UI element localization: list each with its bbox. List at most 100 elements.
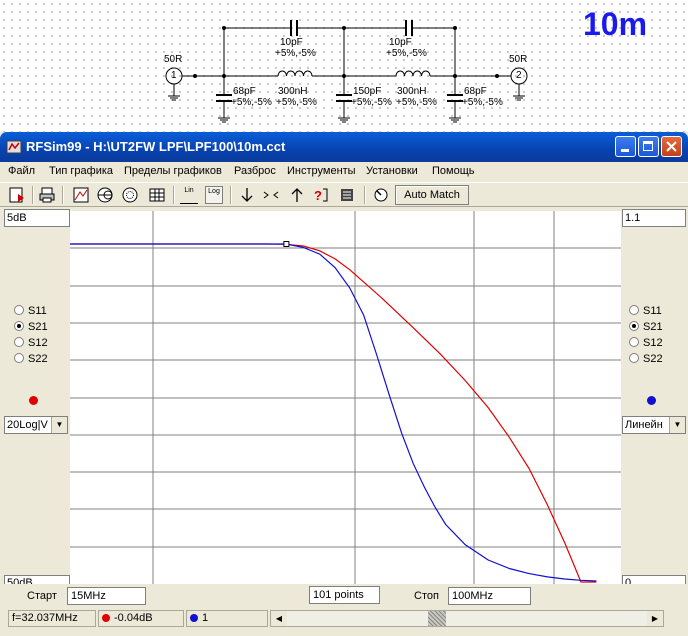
radio-button[interactable] bbox=[629, 305, 639, 315]
right-scale-bottom-input[interactable]: 0 bbox=[622, 575, 686, 584]
right-radio-s11[interactable]: S11 bbox=[629, 304, 662, 319]
chevron-down-icon[interactable]: ▼ bbox=[51, 417, 67, 433]
left-radio-s12[interactable]: S12 bbox=[14, 336, 48, 351]
radio-label: S11 bbox=[643, 305, 662, 317]
radio-button[interactable] bbox=[629, 337, 639, 347]
marker-up-icon[interactable] bbox=[288, 186, 306, 204]
close-button[interactable] bbox=[661, 136, 682, 157]
radio-button-selected[interactable] bbox=[14, 321, 24, 331]
marker-center-icon[interactable] bbox=[262, 186, 280, 204]
toolbar: Lin Log ? Auto Match bbox=[0, 182, 688, 207]
radio-button[interactable] bbox=[14, 305, 24, 315]
log-label: Log bbox=[208, 188, 220, 195]
left-radio-s21[interactable]: S21 bbox=[14, 320, 48, 335]
menu-settings[interactable]: Установки bbox=[366, 165, 418, 177]
lin-scale-icon[interactable]: Lin bbox=[180, 186, 198, 204]
cap-label-value: 10pF bbox=[280, 37, 303, 48]
series-line-red bbox=[70, 243, 597, 583]
menu-graph-limits[interactable]: Пределы графиков bbox=[124, 165, 222, 177]
frequency-readout: f=32.037MHz bbox=[8, 610, 96, 627]
radio-label: S21 bbox=[643, 321, 663, 333]
toolbar-separator bbox=[173, 186, 175, 204]
window-title: RFSim99 - H:\UT2FW LPF\LPF100\10m.cct bbox=[26, 139, 286, 154]
left-scale-bottom-input[interactable]: 50dB bbox=[4, 575, 70, 584]
left-scale-top-input[interactable]: 5dB bbox=[4, 209, 70, 227]
inductor-label-value: 300nH bbox=[397, 86, 427, 97]
cap-label-tolerance: +5%,-5% bbox=[351, 97, 392, 108]
app-icon[interactable] bbox=[6, 139, 22, 155]
scroll-thumb[interactable] bbox=[428, 611, 446, 626]
menu-graph-type[interactable]: Тип графика bbox=[49, 165, 113, 177]
radio-button[interactable] bbox=[629, 353, 639, 363]
right-format-select[interactable]: Линейн ▼ bbox=[622, 416, 686, 434]
start-label: Старт bbox=[27, 590, 57, 602]
radio-label: S22 bbox=[643, 353, 663, 365]
left-format-select[interactable]: 20Log|V ▼ bbox=[4, 416, 68, 434]
tune-icon[interactable] bbox=[372, 186, 390, 204]
radio-label: S12 bbox=[643, 337, 663, 349]
radio-label: S21 bbox=[28, 321, 48, 333]
graph-icon[interactable] bbox=[72, 186, 90, 204]
right-radio-s12[interactable]: S12 bbox=[629, 336, 663, 351]
plot-area[interactable] bbox=[70, 211, 621, 584]
right-radio-s22[interactable]: S22 bbox=[629, 352, 663, 367]
cap-label-value: 10pF bbox=[389, 37, 412, 48]
minimize-button[interactable] bbox=[615, 136, 636, 157]
frequency-marker bbox=[283, 241, 290, 247]
cap-label-value: 68pF bbox=[464, 86, 487, 97]
circuit-schematic[interactable]: 50R 1 50R 2 10pF +5%,-5% 10pF +5%,-5% 30… bbox=[0, 0, 688, 132]
menu-file[interactable]: Файл bbox=[8, 165, 35, 177]
menu-spread[interactable]: Разброс bbox=[234, 165, 276, 177]
table-icon[interactable] bbox=[148, 186, 166, 204]
cap-label-tolerance: +5%,-5% bbox=[386, 48, 427, 59]
radio-button[interactable] bbox=[14, 353, 24, 363]
red-readout-value: -0.04dB bbox=[114, 612, 153, 624]
trace-color-blue-dot[interactable] bbox=[647, 396, 656, 405]
print-icon[interactable] bbox=[38, 186, 56, 204]
inductor-label-tolerance: +5%,-5% bbox=[276, 97, 317, 108]
chevron-down-icon[interactable]: ▼ bbox=[669, 417, 685, 433]
marker-down-icon[interactable] bbox=[238, 186, 256, 204]
smith-chart-icon[interactable] bbox=[96, 186, 114, 204]
log-scale-icon[interactable]: Log bbox=[205, 186, 223, 204]
status-bar: f=32.037MHz -0.04dB 1 ◀ ▶ bbox=[0, 608, 688, 630]
scroll-left-icon[interactable]: ◀ bbox=[271, 611, 287, 626]
port1-number: 1 bbox=[171, 70, 177, 81]
cap-label-tolerance: +5%,-5% bbox=[275, 48, 316, 59]
port2-impedance: 50R bbox=[509, 54, 528, 65]
radio-label: S22 bbox=[28, 353, 48, 365]
polar-chart-icon[interactable] bbox=[121, 186, 139, 204]
stop-frequency-input[interactable]: 100MHz bbox=[448, 587, 531, 605]
app-window: RFSim99 - H:\UT2FW LPF\LPF100\10m.cct Фа… bbox=[0, 132, 688, 636]
maximize-button[interactable] bbox=[638, 136, 659, 157]
right-scale-top-input[interactable]: 1.1 bbox=[622, 209, 686, 227]
menu-bar: Файл Тип графика Пределы графиков Разбро… bbox=[0, 162, 688, 182]
inductor-label-value: 300nH bbox=[278, 86, 308, 97]
scroll-right-icon[interactable]: ▶ bbox=[647, 611, 663, 626]
toolbar-separator bbox=[62, 186, 64, 204]
blue-trace-readout: 1 bbox=[186, 610, 268, 627]
trace-color-red-dot[interactable] bbox=[29, 396, 38, 405]
start-frequency-input[interactable]: 15MHz bbox=[67, 587, 146, 605]
radio-button[interactable] bbox=[14, 337, 24, 347]
left-radio-s11[interactable]: S11 bbox=[14, 304, 47, 319]
red-dot-icon bbox=[102, 614, 110, 622]
radio-button-selected[interactable] bbox=[629, 321, 639, 331]
frequency-scrollbar[interactable]: ◀ ▶ bbox=[270, 610, 664, 627]
help-icon[interactable]: ? bbox=[312, 186, 330, 204]
right-radio-s21[interactable]: S21 bbox=[629, 320, 663, 335]
title-bar[interactable]: RFSim99 - H:\UT2FW LPF\LPF100\10m.cct bbox=[0, 132, 688, 162]
blue-dot-icon bbox=[190, 614, 198, 622]
series-line-blue bbox=[70, 243, 597, 582]
menu-tools[interactable]: Инструменты bbox=[287, 165, 356, 177]
red-trace-readout: -0.04dB bbox=[98, 610, 184, 627]
cap-label-value: 150pF bbox=[353, 86, 382, 97]
auto-match-button[interactable]: Auto Match bbox=[395, 185, 469, 205]
component-icon[interactable] bbox=[338, 186, 356, 204]
left-panel: 5dB S11 S21 S12 S22 20Log|V ▼ 50dB bbox=[0, 207, 70, 584]
lin-label: Lin bbox=[184, 187, 194, 194]
save-icon[interactable] bbox=[8, 186, 26, 204]
menu-help[interactable]: Помощь bbox=[432, 165, 475, 177]
left-radio-s22[interactable]: S22 bbox=[14, 352, 48, 367]
points-input[interactable]: 101 points bbox=[309, 586, 380, 604]
